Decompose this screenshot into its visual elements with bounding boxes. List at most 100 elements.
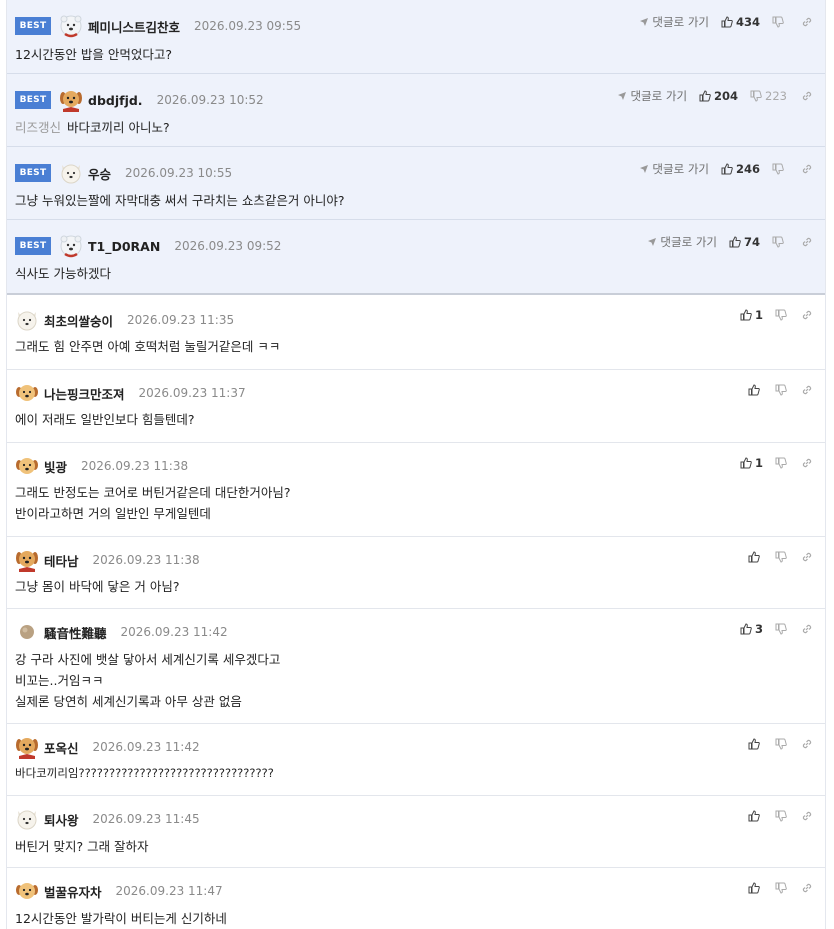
timestamp: 2026.09.23 11:38 <box>92 553 200 567</box>
share-link-button[interactable] <box>801 810 813 822</box>
share-link-button[interactable] <box>801 738 813 750</box>
link-icon <box>802 385 812 395</box>
avatar[interactable] <box>15 735 39 759</box>
like-button[interactable]: 1 <box>740 308 763 322</box>
timestamp: 2026.09.23 11:42 <box>92 740 200 754</box>
like-button[interactable] <box>748 810 763 822</box>
nickname[interactable]: 騷音性難聽 <box>44 623 107 642</box>
nickname[interactable]: 테타남 <box>44 551 79 570</box>
avatar[interactable] <box>59 234 83 258</box>
best-comment: BEST 우승 2026.09.23 10:55 댓글로 가기 246 그냥 누… <box>7 147 825 220</box>
like-button[interactable]: 1 <box>740 456 763 470</box>
go-to-reply-link[interactable]: 댓글로 가기 <box>639 14 709 30</box>
share-link-button[interactable] <box>801 457 813 469</box>
go-to-reply-link[interactable]: 댓글로 가기 <box>647 234 717 250</box>
like-button[interactable]: 246 <box>721 162 760 176</box>
thumbs-up-icon <box>748 882 760 894</box>
comment-text: 그냥 누워있는짤에 자막대충 써서 구라치는 쇼츠같은거 아니야? <box>15 193 345 208</box>
thumbs-up-icon <box>740 457 752 469</box>
thumbs-down-icon <box>775 623 787 635</box>
share-link-button[interactable] <box>801 551 813 563</box>
avatar[interactable] <box>15 381 39 405</box>
timestamp: 2026.09.23 09:52 <box>174 239 282 253</box>
dislike-button[interactable] <box>772 236 787 248</box>
share-link-button[interactable] <box>801 163 813 175</box>
reply-label: 댓글로 가기 <box>660 235 717 249</box>
like-button[interactable] <box>748 882 763 894</box>
avatar[interactable] <box>59 88 83 112</box>
share-link-button[interactable] <box>801 384 813 396</box>
link-icon <box>802 458 812 468</box>
timestamp: 2026.09.23 11:47 <box>115 884 223 898</box>
thumbs-down-icon <box>772 236 784 248</box>
thumbs-up-icon <box>748 810 760 822</box>
avatar[interactable] <box>59 161 83 185</box>
thumbs-down-icon <box>775 309 787 321</box>
dislike-button[interactable] <box>775 882 787 894</box>
avatar[interactable] <box>15 620 39 644</box>
thumbs-up-icon <box>699 90 711 102</box>
share-link-button[interactable] <box>801 90 813 102</box>
avatar[interactable] <box>15 879 39 903</box>
nickname[interactable]: 최초의쌀숭이 <box>44 311 113 330</box>
nickname[interactable]: 페미니스트김찬호 <box>88 17 180 36</box>
nickname[interactable]: 우승 <box>88 164 111 183</box>
comment: 벌꿀유자차 2026.09.23 11:47 12시간동안 발가락이 버티는게 … <box>7 868 825 928</box>
link-icon <box>802 883 812 893</box>
like-button[interactable]: 204 <box>699 89 738 103</box>
comment-text: 그냥 몸이 바닥에 닿은 거 아님? <box>15 579 180 594</box>
reply-label: 댓글로 가기 <box>630 89 688 103</box>
comment-section: BEST 페미니스트김찬호 2026.09.23 09:55 댓글로 가기 43… <box>6 0 826 929</box>
avatar[interactable] <box>59 14 83 38</box>
dislike-button[interactable] <box>772 16 787 28</box>
avatar[interactable] <box>15 454 39 478</box>
nickname[interactable]: T1_D0RAN <box>88 239 160 254</box>
thumbs-down-icon <box>775 457 787 469</box>
dislike-button[interactable] <box>775 551 787 563</box>
thumbs-up-icon <box>748 738 760 750</box>
link-icon <box>802 237 812 247</box>
avatar[interactable] <box>15 308 39 332</box>
share-link-button[interactable] <box>801 882 813 894</box>
avatar[interactable] <box>15 807 39 831</box>
nickname[interactable]: 포옥신 <box>44 738 79 757</box>
link-icon <box>802 552 812 562</box>
dislike-button[interactable] <box>775 384 787 396</box>
share-link-button[interactable] <box>801 16 813 28</box>
go-to-reply-link[interactable]: 댓글로 가기 <box>617 88 687 104</box>
thumbs-down-icon <box>775 882 787 894</box>
dislike-button[interactable] <box>775 309 787 321</box>
like-button[interactable]: 74 <box>729 235 760 249</box>
like-button[interactable] <box>748 738 763 750</box>
link-icon <box>802 624 812 634</box>
thumbs-up-icon <box>721 16 733 28</box>
share-link-button[interactable] <box>801 623 813 635</box>
comment: 나는핑크만조져 2026.09.23 11:37 에이 저래도 일반인보다 힘들… <box>7 370 825 443</box>
go-to-reply-link[interactable]: 댓글로 가기 <box>639 161 709 177</box>
dislike-button[interactable]: 223 <box>750 89 787 103</box>
nickname[interactable]: 퇴사왕 <box>44 810 79 829</box>
like-button[interactable]: 434 <box>721 15 760 29</box>
best-badge: BEST <box>15 91 51 109</box>
dislike-button[interactable] <box>775 457 787 469</box>
like-button[interactable]: 3 <box>740 622 763 636</box>
comment-text: 버틴거 맞지? 그래 잘하자 <box>15 839 149 854</box>
dislike-button[interactable] <box>775 738 787 750</box>
like-button[interactable] <box>748 384 763 396</box>
dislike-button[interactable] <box>772 163 787 175</box>
nickname[interactable]: 나는핑크만조져 <box>44 384 125 403</box>
comment-text: 12시간동안 발가락이 버티는게 신기하네 <box>15 911 227 926</box>
avatar[interactable] <box>15 548 39 572</box>
timestamp: 2026.09.23 10:52 <box>156 93 264 107</box>
like-button[interactable] <box>748 551 763 563</box>
share-link-button[interactable] <box>801 309 813 321</box>
comment: 포옥신 2026.09.23 11:42 바다코끼리임?????????????… <box>7 724 825 796</box>
link-icon <box>802 811 812 821</box>
share-link-button[interactable] <box>801 236 813 248</box>
dislike-button[interactable] <box>775 810 787 822</box>
nickname[interactable]: 빛광 <box>44 457 67 476</box>
nickname[interactable]: dbdjfjd. <box>88 93 143 108</box>
like-count: 3 <box>754 622 763 636</box>
nickname[interactable]: 벌꿀유자차 <box>44 882 102 901</box>
dislike-button[interactable] <box>775 623 787 635</box>
